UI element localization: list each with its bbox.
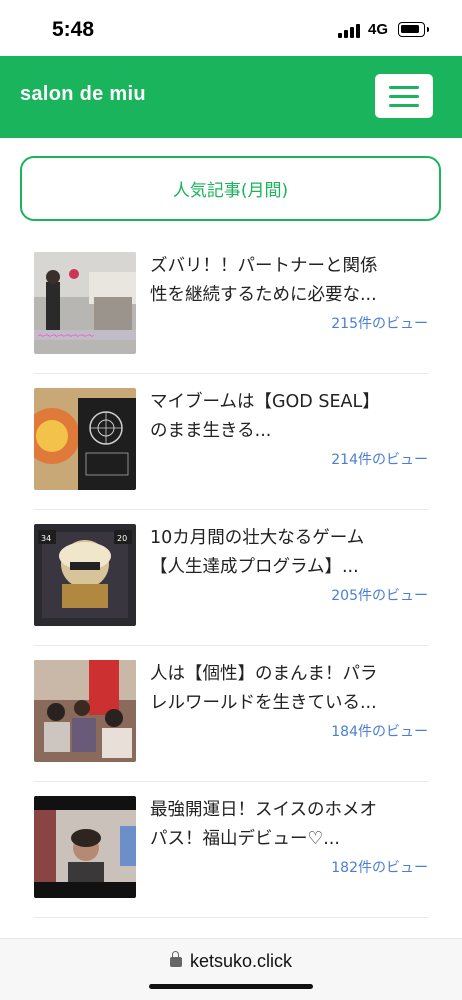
menu-button[interactable] [375,74,433,118]
post-title[interactable]: 10カ月間の壮大なるゲーム 【人生達成プログラム】... [150,524,428,582]
status-time: 5:48 [52,18,95,41]
home-indicator[interactable] [149,984,313,989]
post-thumbnail[interactable]: 34 20 [34,524,136,626]
url-display[interactable]: ketsuko.click [0,951,462,972]
post-thumbnail[interactable]: ～～～～～～～～ [34,252,136,354]
popular-posts-list: ～～～～～～～～ ズバリ！！パートナーと関係 性を継続するために必要な... 2… [34,238,428,918]
status-bar: 5:48 4G [0,0,462,56]
widget-title-text: 人気記事(月間) [172,181,289,201]
post-thumbnail[interactable] [34,388,136,490]
post-item[interactable]: 34 20 10カ月間の壮大なるゲーム 【人生達成プログラム】... 205件の… [34,510,428,646]
post-title[interactable]: マイブームは【GOD SEAL】 のまま生きる... [150,388,428,446]
post-view-count: 205件のビュー [331,588,428,604]
svg-text:34: 34 [41,534,51,543]
network-type: 4G [368,21,389,38]
post-view-count: 214件のビュー [331,452,428,468]
popular-posts-heading: 人気記事(月間) [20,156,441,221]
lock-icon [169,951,182,967]
signal-icon [338,23,362,38]
browser-url-bar[interactable]: ketsuko.click [0,938,462,1000]
site-title[interactable]: salon de miu [20,83,146,106]
svg-text:20: 20 [117,534,127,543]
post-thumbnail[interactable] [34,796,136,898]
hamburger-icon [389,86,419,89]
post-item[interactable]: 人は【個性】のまんま！パラ レルワールドを生きている... 184件のビュー [34,646,428,782]
post-item[interactable]: 最強開運日！スイスのホメオ パス！福山デビュー♡... 182件のビュー [34,782,428,918]
battery-icon [398,22,429,37]
site-header: salon de miu [0,56,462,138]
post-view-count: 215件のビュー [331,316,428,332]
post-title[interactable]: 人は【個性】のまんま！パラ レルワールドを生きている... [150,660,428,718]
url-text: ketsuko.click [189,951,293,971]
post-view-count: 182件のビュー [331,860,428,876]
svg-text:～～～～～～～～: ～～～～～～～～ [38,332,94,340]
post-title[interactable]: 最強開運日！スイスのホメオ パス！福山デビュー♡... [150,796,428,854]
post-item[interactable]: ～～～～～～～～ ズバリ！！パートナーと関係 性を継続するために必要な... 2… [34,238,428,374]
post-item[interactable]: マイブームは【GOD SEAL】 のまま生きる... 214件のビュー [34,374,428,510]
post-view-count: 184件のビュー [331,724,428,740]
post-thumbnail[interactable] [34,660,136,762]
post-title[interactable]: ズバリ！！パートナーと関係 性を継続するために必要な... [150,252,428,310]
